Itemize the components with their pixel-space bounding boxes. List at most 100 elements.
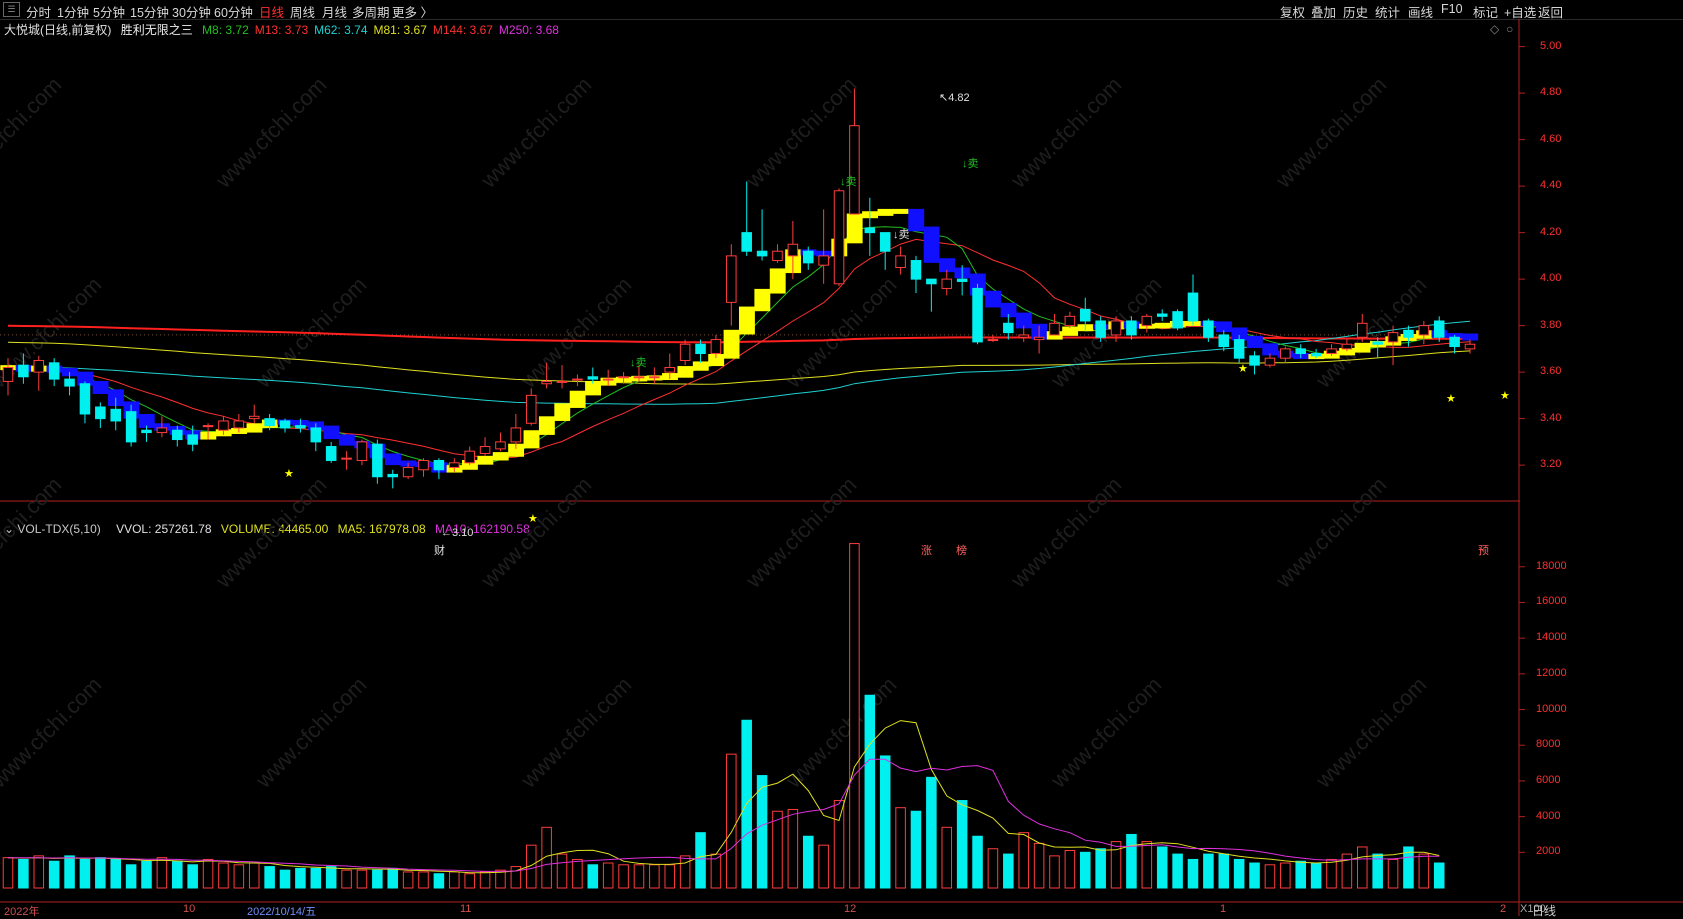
settings-icon[interactable]: ○ bbox=[1506, 22, 1513, 36]
trend-block bbox=[754, 288, 771, 312]
candle-body bbox=[479, 446, 491, 454]
candle-body bbox=[941, 278, 953, 289]
volume-bar bbox=[833, 800, 845, 889]
candle-body bbox=[356, 441, 368, 461]
candle-body bbox=[1033, 336, 1045, 341]
trend-block bbox=[846, 213, 863, 244]
candle-body bbox=[956, 278, 968, 282]
watermark-text: www.cfchi.com bbox=[780, 272, 901, 393]
volume-bar bbox=[18, 858, 29, 889]
volume-tick-label: 6000 bbox=[1536, 773, 1561, 786]
volume-bar bbox=[1280, 862, 1291, 889]
trend-block bbox=[723, 329, 740, 359]
volume-bar bbox=[156, 857, 168, 889]
volume-bar bbox=[1141, 841, 1153, 889]
candle-body bbox=[33, 360, 45, 373]
volume-tick-label: 16000 bbox=[1536, 595, 1567, 608]
volume-bar bbox=[1249, 862, 1260, 889]
price-tick-label: 3.20 bbox=[1540, 458, 1562, 471]
volume-bar bbox=[818, 844, 829, 889]
candle-body bbox=[679, 343, 691, 362]
volume-bar bbox=[1264, 864, 1276, 889]
volume-bar bbox=[341, 869, 352, 889]
candle-body bbox=[1018, 334, 1029, 338]
candle-body bbox=[1156, 313, 1168, 317]
candle-body bbox=[726, 255, 737, 303]
volume-bar bbox=[1049, 855, 1060, 889]
toolbar-button[interactable]: F10 bbox=[1441, 2, 1463, 16]
volume-bar bbox=[248, 862, 260, 889]
buy-star-icon: ★ bbox=[1500, 390, 1510, 402]
volume-bar bbox=[1095, 848, 1106, 889]
volume-bar bbox=[187, 864, 198, 889]
watermark-text: www.cfchi.com bbox=[250, 672, 371, 793]
watermark-text: www.cfchi.com bbox=[475, 72, 596, 193]
volume-tick-label: 12000 bbox=[1536, 666, 1567, 679]
event-marker: 预 bbox=[1478, 545, 1489, 557]
volume-bar bbox=[956, 800, 968, 889]
price-tick-label: 4.00 bbox=[1540, 272, 1562, 285]
trend-block bbox=[1462, 333, 1479, 341]
volume-bar bbox=[1003, 853, 1014, 889]
candle-body bbox=[987, 339, 999, 342]
candle-body bbox=[833, 190, 845, 285]
candle-body bbox=[418, 459, 429, 471]
trend-block bbox=[1246, 335, 1263, 348]
watermark-text: www.cfchi.com bbox=[515, 672, 636, 793]
candle-body bbox=[449, 462, 460, 468]
trend-block bbox=[1154, 322, 1171, 329]
volume-bar bbox=[1187, 858, 1199, 889]
volume-bar bbox=[1387, 858, 1399, 889]
candle-body bbox=[802, 250, 814, 264]
candle-body bbox=[310, 427, 322, 443]
candle-body bbox=[633, 376, 645, 379]
volume-bar bbox=[864, 694, 876, 889]
volume-bar bbox=[264, 866, 275, 889]
trend-block bbox=[908, 208, 925, 232]
sell-signal: ↓卖 bbox=[962, 158, 979, 170]
candle-body bbox=[710, 339, 722, 355]
kline-chart[interactable]: www.cfchi.com www.cfchi.com www.cfchi.com w… bbox=[0, 19, 1683, 916]
volume-bar bbox=[2, 857, 14, 889]
volume-bar bbox=[1295, 860, 1306, 889]
candle-body bbox=[587, 376, 599, 380]
volume-bar bbox=[941, 826, 953, 889]
candle-body bbox=[156, 427, 168, 434]
date-label: 1 bbox=[1220, 903, 1227, 915]
candle-body bbox=[1372, 341, 1383, 345]
volume-bar bbox=[449, 871, 460, 889]
buy-star-icon: ★ bbox=[528, 513, 538, 525]
candle-body bbox=[879, 232, 891, 252]
trend-block bbox=[569, 390, 586, 408]
candle-body bbox=[248, 415, 260, 420]
watermark-text: www.cfchi.com bbox=[1270, 72, 1391, 193]
volume-tick-label: 14000 bbox=[1536, 631, 1567, 644]
watermark-text: www.cfchi.com bbox=[1045, 672, 1166, 793]
watermark-text: www.cfchi.com bbox=[1005, 72, 1126, 193]
menu-icon[interactable]: ☰ bbox=[3, 2, 20, 17]
diamond-icon[interactable]: ◇ bbox=[1490, 22, 1499, 36]
candle-body bbox=[818, 255, 829, 266]
candle-body bbox=[1187, 292, 1199, 322]
volume-bar bbox=[433, 873, 445, 889]
buy-star-icon: ★ bbox=[1238, 363, 1248, 375]
candle-body bbox=[849, 125, 860, 215]
candle-body bbox=[295, 425, 306, 429]
candle-body bbox=[602, 378, 614, 381]
volume-bar bbox=[572, 858, 583, 889]
volume-bar bbox=[310, 867, 322, 889]
volume-bar bbox=[1126, 833, 1137, 889]
trend-block bbox=[323, 425, 340, 440]
volume-bar bbox=[218, 862, 229, 889]
trend-block bbox=[477, 455, 494, 465]
buy-star-icon: ★ bbox=[1446, 393, 1456, 405]
candle-body bbox=[1326, 348, 1337, 355]
volume-bar bbox=[1172, 853, 1183, 889]
volume-bar bbox=[587, 864, 599, 889]
trend-block bbox=[492, 452, 509, 461]
candle-body bbox=[1433, 320, 1445, 338]
volume-bar bbox=[695, 832, 706, 889]
candle-body bbox=[1418, 325, 1430, 336]
trend-block bbox=[1354, 342, 1371, 353]
volume-bar bbox=[556, 853, 568, 889]
